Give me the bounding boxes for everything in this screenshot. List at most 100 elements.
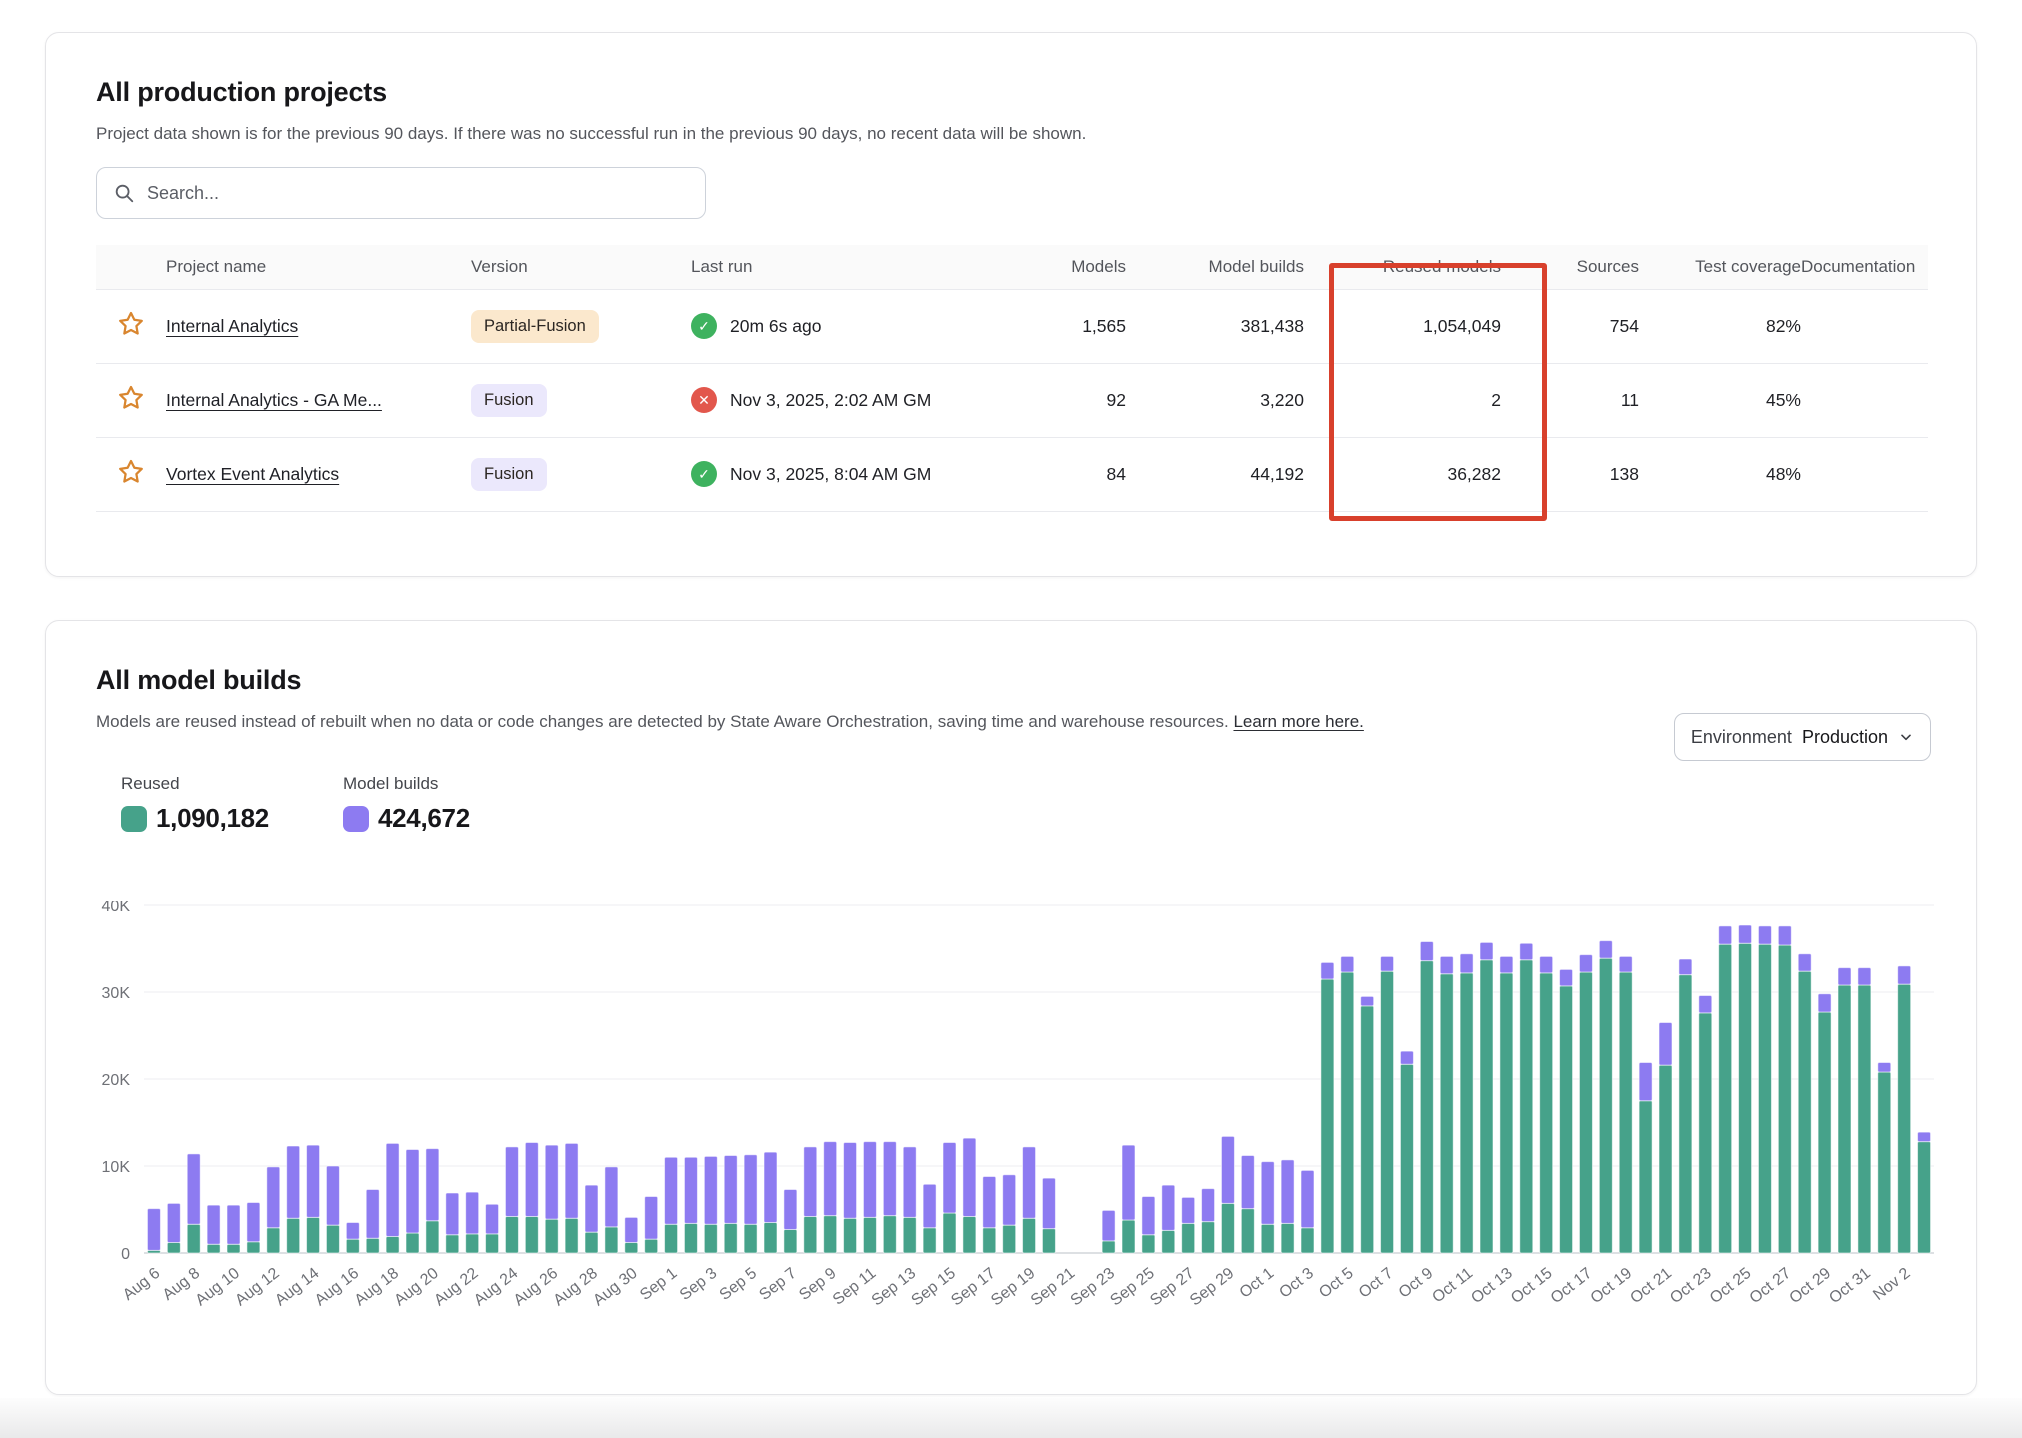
bar-segment-reused[interactable] [983, 1228, 996, 1253]
bar-segment-model-builds[interactable] [883, 1142, 896, 1216]
bar-aug-17[interactable] [366, 1189, 379, 1253]
bar-sep-28[interactable] [1202, 1189, 1215, 1253]
bar-segment-reused[interactable] [764, 1223, 777, 1253]
search-input[interactable] [147, 183, 689, 204]
bar-segment-model-builds[interactable] [1361, 996, 1374, 1006]
bar-segment-reused[interactable] [1480, 960, 1493, 1253]
bar-aug-23[interactable] [486, 1204, 499, 1253]
bar-segment-model-builds[interactable] [963, 1138, 976, 1216]
learn-more-link[interactable]: Learn more here. [1233, 712, 1363, 731]
bar-oct-22[interactable] [1679, 959, 1692, 1253]
bar-segment-reused[interactable] [1659, 1065, 1672, 1253]
bar-sep-7[interactable] [784, 1189, 797, 1253]
bar-segment-reused[interactable] [585, 1232, 598, 1253]
bar-oct-18[interactable] [1599, 941, 1612, 1253]
bar-segment-model-builds[interactable] [665, 1157, 678, 1224]
bar-sep-11[interactable] [863, 1142, 876, 1253]
bar-segment-reused[interactable] [1778, 945, 1791, 1253]
bar-segment-model-builds[interactable] [1858, 968, 1871, 985]
bar-segment-model-builds[interactable] [1381, 956, 1394, 971]
bar-segment-reused[interactable] [1341, 972, 1354, 1253]
bar-oct-5[interactable] [1341, 956, 1354, 1253]
bar-segment-model-builds[interactable] [1460, 954, 1473, 973]
bar-segment-reused[interactable] [844, 1218, 857, 1253]
bar-segment-model-builds[interactable] [1281, 1160, 1294, 1224]
bar-segment-model-builds[interactable] [1003, 1175, 1016, 1225]
project-name-link[interactable]: Vortex Event Analytics [166, 464, 339, 484]
bar-segment-reused[interactable] [804, 1216, 817, 1253]
bar-aug-15[interactable] [326, 1166, 339, 1253]
bar-aug-27[interactable] [565, 1143, 578, 1253]
bar-segment-reused[interactable] [1142, 1235, 1155, 1253]
bar-sep-25[interactable] [1142, 1196, 1155, 1253]
bar-segment-reused[interactable] [1400, 1064, 1413, 1253]
bar-oct-15[interactable] [1540, 956, 1553, 1253]
bar-sep-19[interactable] [1023, 1147, 1036, 1253]
bar-sep-15[interactable] [943, 1143, 956, 1253]
bar-oct-1[interactable] [1261, 1162, 1274, 1253]
bar-segment-reused[interactable] [505, 1216, 518, 1253]
bar-segment-model-builds[interactable] [724, 1156, 737, 1224]
bar-segment-model-builds[interactable] [1798, 954, 1811, 971]
favorite-star-icon[interactable] [116, 457, 146, 487]
bar-sep-27[interactable] [1182, 1197, 1195, 1253]
bar-segment-model-builds[interactable] [1341, 956, 1354, 972]
bar-aug-31[interactable] [645, 1196, 658, 1253]
bar-segment-reused[interactable] [963, 1216, 976, 1253]
bar-segment-reused[interactable] [1182, 1223, 1195, 1253]
bar-segment-model-builds[interactable] [147, 1209, 160, 1251]
bar-oct-2[interactable] [1281, 1160, 1294, 1253]
bar-segment-reused[interactable] [923, 1228, 936, 1253]
bar-segment-model-builds[interactable] [1619, 956, 1632, 972]
bar-segment-model-builds[interactable] [923, 1184, 936, 1228]
bar-sep-24[interactable] [1122, 1145, 1135, 1253]
bar-segment-model-builds[interactable] [1301, 1170, 1314, 1227]
bar-segment-model-builds[interactable] [1202, 1189, 1215, 1222]
bar-segment-model-builds[interactable] [1579, 955, 1592, 972]
bar-segment-reused[interactable] [1798, 971, 1811, 1253]
bar-oct-11[interactable] [1460, 954, 1473, 1253]
bar-segment-reused[interactable] [1122, 1220, 1135, 1253]
bar-segment-reused[interactable] [406, 1233, 419, 1253]
bar-segment-reused[interactable] [446, 1235, 459, 1253]
environment-dropdown[interactable]: Environment Production [1674, 713, 1931, 761]
bar-sep-1[interactable] [665, 1157, 678, 1253]
bar-aug-7[interactable] [167, 1203, 180, 1253]
bar-segment-reused[interactable] [704, 1224, 717, 1253]
bar-nov-1[interactable] [1878, 1062, 1891, 1253]
bar-segment-reused[interactable] [1261, 1224, 1274, 1253]
bar-segment-model-builds[interactable] [525, 1143, 538, 1217]
bar-segment-model-builds[interactable] [1042, 1178, 1055, 1228]
bar-segment-reused[interactable] [1102, 1241, 1115, 1253]
bar-oct-20[interactable] [1639, 1062, 1652, 1253]
bar-sep-30[interactable] [1241, 1156, 1254, 1253]
bar-oct-27[interactable] [1778, 926, 1791, 1253]
bar-segment-model-builds[interactable] [346, 1223, 359, 1240]
bar-segment-model-builds[interactable] [764, 1152, 777, 1222]
bar-segment-model-builds[interactable] [307, 1145, 320, 1217]
bar-segment-reused[interactable] [1381, 971, 1394, 1253]
bar-segment-reused[interactable] [1719, 944, 1732, 1253]
bar-oct-23[interactable] [1699, 995, 1712, 1253]
bar-sep-29[interactable] [1221, 1136, 1234, 1253]
bar-sep-8[interactable] [804, 1147, 817, 1253]
bar-segment-reused[interactable] [1918, 1142, 1931, 1253]
bar-segment-model-builds[interactable] [844, 1143, 857, 1219]
bar-segment-reused[interactable] [525, 1216, 538, 1253]
bar-sep-20[interactable] [1042, 1178, 1055, 1253]
bar-segment-reused[interactable] [1560, 986, 1573, 1253]
bar-segment-reused[interactable] [267, 1228, 280, 1253]
bar-segment-model-builds[interactable] [1500, 956, 1513, 973]
bar-segment-reused[interactable] [326, 1225, 339, 1253]
bar-segment-model-builds[interactable] [1221, 1136, 1234, 1203]
bar-segment-reused[interactable] [1520, 960, 1533, 1253]
bar-segment-model-builds[interactable] [684, 1157, 697, 1223]
bar-segment-reused[interactable] [645, 1239, 658, 1253]
bar-segment-model-builds[interactable] [1420, 942, 1433, 961]
bar-segment-reused[interactable] [1599, 958, 1612, 1253]
bar-segment-reused[interactable] [1042, 1229, 1055, 1253]
bar-segment-reused[interactable] [1898, 984, 1911, 1253]
bar-segment-model-builds[interactable] [1440, 956, 1453, 973]
bar-segment-model-builds[interactable] [1560, 969, 1573, 986]
bar-oct-14[interactable] [1520, 943, 1533, 1253]
